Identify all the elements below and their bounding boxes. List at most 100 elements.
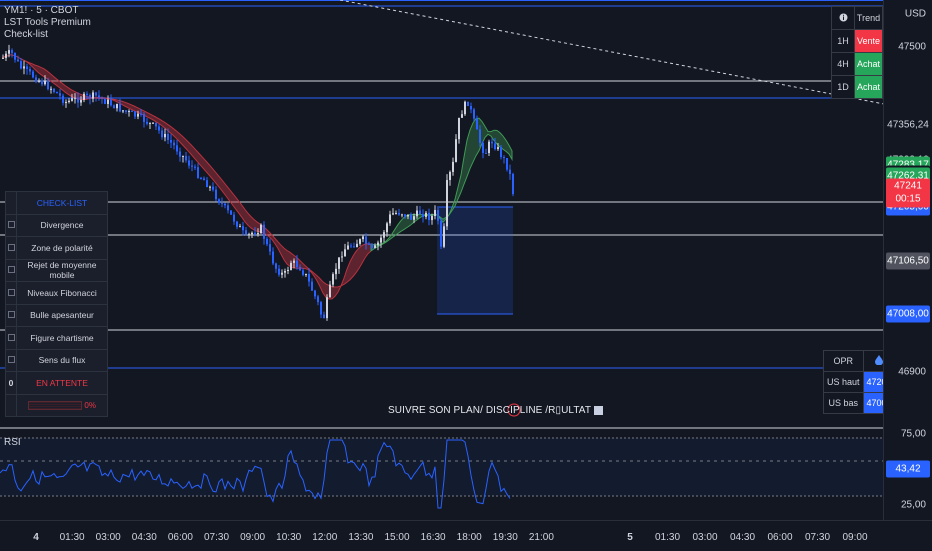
candle-body	[356, 243, 358, 248]
candle-body	[209, 186, 211, 188]
checklist-item: Zone de polarité	[5, 236, 108, 260]
candle-body	[233, 214, 235, 222]
candle-body	[500, 147, 502, 158]
checkbox[interactable]	[5, 326, 17, 350]
candle-body	[260, 224, 262, 234]
candle-body	[434, 210, 436, 216]
candle-body	[506, 157, 508, 170]
checkbox[interactable]	[5, 258, 17, 282]
candle-body	[221, 202, 223, 204]
checkbox-square[interactable]	[7, 356, 15, 364]
trend-row: 4H Achat	[831, 52, 883, 76]
candle-body	[2, 57, 4, 59]
candle-body	[68, 100, 70, 102]
checkbox-square[interactable]	[7, 266, 15, 274]
candle-body	[200, 177, 202, 179]
price-chart[interactable]	[0, 0, 884, 520]
dashed-trendline	[339, 0, 884, 105]
candle-body	[314, 290, 316, 297]
candle-body	[293, 260, 295, 263]
candle-body	[431, 215, 433, 221]
candle-body	[128, 111, 130, 113]
currency-label[interactable]: USD	[905, 9, 926, 20]
candle-body	[95, 92, 97, 96]
candle-body	[395, 212, 397, 214]
checkbox[interactable]	[5, 236, 17, 260]
checkbox-square[interactable]	[7, 288, 15, 296]
candle-body	[401, 214, 403, 216]
candle-body	[20, 61, 22, 69]
candle-body	[212, 186, 214, 190]
indicator-name-checklist[interactable]: Check-list	[4, 29, 91, 41]
candle-body	[227, 205, 229, 211]
candle-body	[404, 214, 406, 217]
candle-body	[173, 142, 175, 146]
candle-body	[119, 103, 121, 112]
candle-body	[83, 93, 85, 100]
candle-body	[263, 224, 265, 239]
checkbox-square[interactable]	[7, 221, 15, 229]
time-label: 18:00	[456, 532, 482, 543]
candle-body	[218, 199, 220, 203]
checkbox[interactable]	[5, 213, 17, 237]
candle-body	[473, 109, 475, 119]
candle-body	[464, 101, 466, 115]
candle-body	[311, 281, 313, 291]
candle-body	[272, 251, 274, 264]
opr-row-label: US bas	[823, 392, 864, 414]
price-level-tag: 47356,24	[886, 116, 930, 134]
candle-body	[107, 99, 109, 104]
candle-body	[110, 99, 112, 106]
candle-body	[362, 236, 364, 240]
candle-body	[296, 260, 298, 268]
candle-body	[452, 161, 454, 172]
candle-body	[17, 59, 19, 62]
checkbox-square[interactable]	[7, 333, 15, 341]
checkbox[interactable]	[5, 303, 17, 327]
checkbox-square[interactable]	[7, 311, 15, 319]
time-label: 07:30	[203, 532, 230, 543]
candle-body	[413, 216, 415, 220]
candle-body	[266, 238, 268, 245]
check-mark-icon	[593, 405, 603, 415]
candle-body	[155, 122, 157, 127]
candle-body	[170, 139, 172, 143]
candle-body	[140, 113, 142, 115]
candle-body	[326, 297, 328, 319]
checkbox-square[interactable]	[7, 243, 15, 251]
candle-body	[230, 210, 232, 215]
checkbox[interactable]	[5, 281, 17, 305]
symbol-title[interactable]: YM1! · 5 · CBOT	[4, 5, 91, 17]
trend-row: 1D Achat	[831, 75, 883, 99]
candle-body	[14, 52, 16, 60]
candle-body	[188, 160, 190, 166]
candle-body	[224, 203, 226, 206]
time-axis[interactable]: 4 01:30 03:00 04:30 06:00 07:30 09:00 10:30 12:0…	[0, 520, 932, 551]
candle-body	[86, 93, 88, 95]
candle-body	[44, 80, 46, 85]
candle-body	[8, 50, 10, 54]
candle-body	[467, 101, 469, 106]
rsi-label[interactable]: RSI	[4, 437, 21, 449]
candle-body	[164, 133, 166, 138]
candle-body	[143, 114, 145, 122]
candle-body	[158, 126, 160, 131]
checkbox[interactable]	[5, 348, 17, 372]
trend-signal: Vente	[854, 29, 883, 53]
time-label: 04:30	[729, 532, 756, 543]
candle-body	[65, 101, 67, 103]
candle-body	[149, 122, 151, 124]
price-axis[interactable]: USD 47500 46900 75,00 25,00 43,42 47356,…	[883, 0, 932, 520]
trend-timeframe: 4H	[831, 52, 855, 76]
candle-body	[341, 256, 343, 258]
checklist-item-label: Figure chartisme	[16, 326, 108, 350]
indicator-name-lst[interactable]: LST Tools Premium	[4, 17, 91, 29]
candle-body	[134, 111, 136, 117]
candle-body	[125, 110, 127, 112]
candle-body	[470, 105, 472, 110]
candle-body	[368, 243, 370, 245]
time-label: 10:30	[276, 532, 302, 543]
candle-body	[344, 249, 346, 257]
checklist-item-label: Sens du flux	[16, 348, 108, 372]
candle-body	[443, 226, 445, 247]
